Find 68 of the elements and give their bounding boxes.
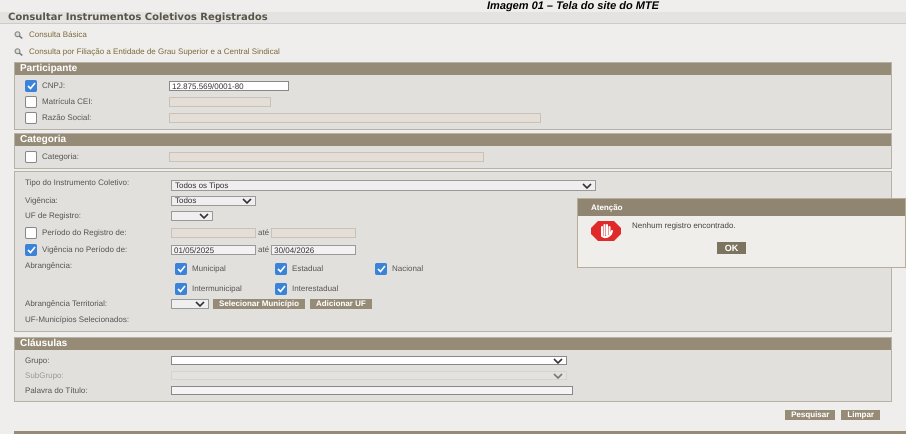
- field-label: CNPJ:: [42, 80, 66, 92]
- dialog-header: Atenção: [578, 199, 905, 216]
- field-label: SubGrupo:: [25, 370, 65, 382]
- checkbox[interactable]: [275, 263, 287, 276]
- date-field[interactable]: 30/04/2026: [271, 244, 356, 254]
- section-header: Participante: [15, 63, 891, 75]
- ok-button[interactable]: OK: [716, 242, 746, 254]
- field-label: UF-Municípios Selecionados:: [25, 314, 130, 326]
- date-field[interactable]: 01/05/2025: [171, 244, 256, 254]
- figure-caption: Imagem 01 – Tela do site do MTE: [486, 0, 660, 12]
- option-label: Intermunicipal: [192, 282, 242, 295]
- option-label: Estadual: [292, 263, 324, 276]
- section-header: Cláusulas: [15, 338, 891, 350]
- input-field[interactable]: 12.875.569/0001-80: [169, 81, 289, 91]
- input-field[interactable]: [169, 113, 541, 123]
- field-label: Período do Registro de:: [42, 226, 126, 238]
- field-label: Vigência no Período de:: [42, 244, 128, 256]
- page-title: Consultar Instrumentos Coletivos Registrados: [0, 12, 906, 24]
- magnifier-icon: [14, 31, 23, 39]
- option-label: Municipal: [192, 263, 226, 276]
- action-button[interactable]: Adicionar UF: [310, 299, 372, 309]
- field-label: Categoria:: [42, 151, 79, 163]
- action-button[interactable]: Selecionar Município: [213, 299, 306, 309]
- field-label: UF de Registro:: [25, 210, 82, 222]
- section-header: Categoria: [15, 134, 891, 146]
- checkbox[interactable]: [25, 151, 37, 163]
- field-label: Grupo:: [25, 354, 50, 366]
- chevron-down-icon: [242, 198, 252, 204]
- chevron-down-icon: [195, 301, 205, 307]
- checkbox[interactable]: [25, 226, 37, 238]
- range-separator: até: [258, 244, 270, 256]
- checkbox[interactable]: [275, 282, 287, 295]
- validity-select[interactable]: Todos: [171, 196, 256, 206]
- checkbox[interactable]: [25, 80, 37, 92]
- checkbox[interactable]: [25, 112, 37, 124]
- checkbox[interactable]: [25, 96, 37, 108]
- dialog-message: Nenhum registro encontrado.: [632, 220, 736, 232]
- date-field[interactable]: [171, 228, 256, 238]
- magnifier-icon: [14, 48, 23, 56]
- field-label: Razão Social:: [42, 112, 92, 124]
- stop-hand-icon: [590, 220, 622, 242]
- checkbox[interactable]: [175, 263, 187, 276]
- field-label: Abrangência Territorial:: [25, 298, 108, 310]
- date-field[interactable]: [271, 228, 356, 238]
- checkbox[interactable]: [25, 244, 37, 256]
- field-label: Tipo do Instrumento Coletivo:: [25, 177, 130, 189]
- field-label: Matrícula CEI:: [42, 96, 93, 108]
- checkbox[interactable]: [175, 282, 187, 295]
- option-label: Nacional: [392, 263, 424, 276]
- search-link[interactable]: Consulta por Filiação a Entidade de Grau Superior e a Central Sindical: [14, 46, 280, 58]
- field-label: Abrangência:: [25, 260, 74, 272]
- field-label: Vigência:: [25, 195, 59, 207]
- field-label: Palavra do Título:: [25, 384, 89, 396]
- option-label: Interestadual: [292, 282, 338, 295]
- group-select[interactable]: [171, 356, 567, 365]
- type-select[interactable]: Todos os Tipos: [171, 180, 596, 191]
- region-select[interactable]: [171, 299, 209, 309]
- search-link[interactable]: Consulta Básica: [14, 29, 87, 41]
- checkbox[interactable]: [375, 263, 387, 276]
- input-field[interactable]: [169, 152, 484, 162]
- action-button[interactable]: Pesquisar: [785, 410, 836, 420]
- range-separator: até: [258, 226, 270, 238]
- input-field[interactable]: [169, 97, 271, 107]
- action-button[interactable]: Limpar: [841, 410, 880, 420]
- input-field[interactable]: [171, 386, 573, 395]
- state-select[interactable]: [171, 211, 213, 221]
- chevron-down-icon: [582, 182, 592, 188]
- chevron-down-icon: [199, 213, 209, 219]
